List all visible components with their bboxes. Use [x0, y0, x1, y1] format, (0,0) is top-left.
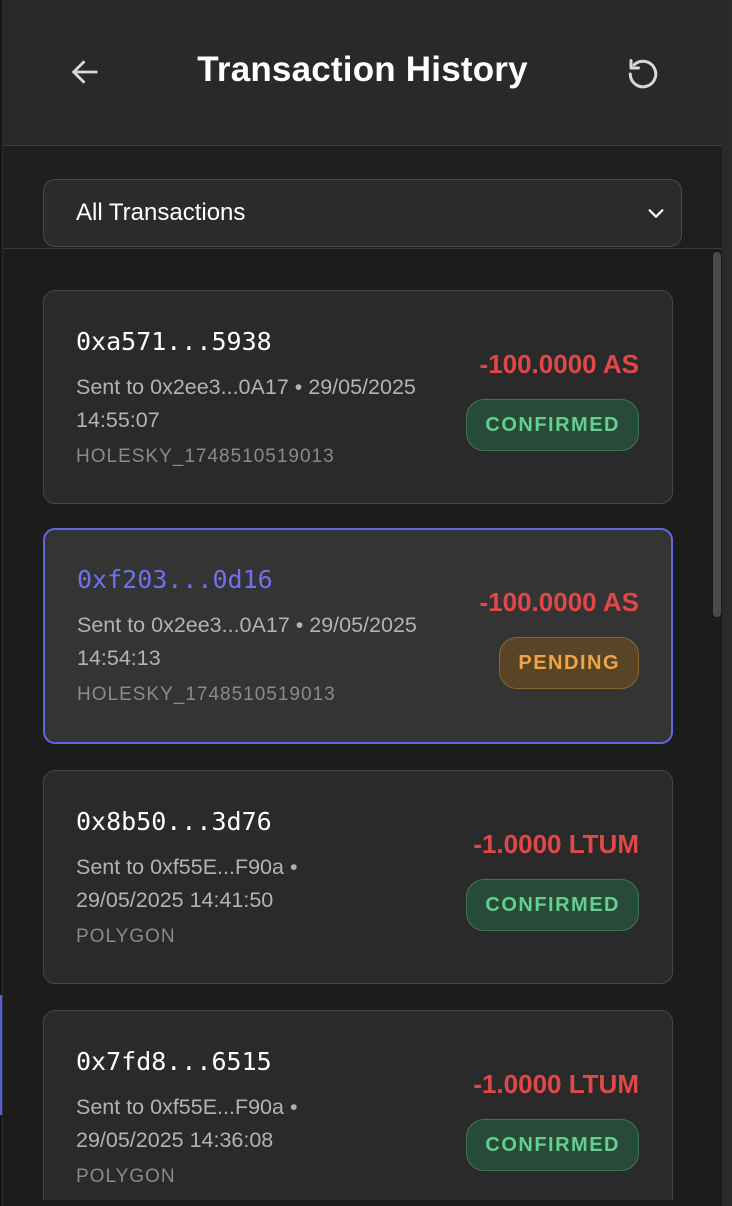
- transaction-amount: -1.0000 LTUM: [473, 1069, 639, 1099]
- status-badge: PENDING: [499, 637, 639, 689]
- transaction-network: HOLESKY_1748510519013: [76, 446, 335, 467]
- transaction-network: HOLESKY_1748510519013: [77, 684, 336, 705]
- chevron-down-icon: [648, 209, 664, 218]
- left-panel-accent: [0, 995, 2, 1115]
- filter-section: All Transactions: [3, 147, 722, 249]
- refresh-icon: [628, 59, 658, 89]
- transaction-card[interactable]: 0x7fd8...6515 Sent to 0xf55E...F90a • 29…: [43, 1010, 673, 1200]
- transaction-hash: 0xa571...5938: [76, 327, 272, 356]
- right-panel-edge: [722, 0, 732, 1206]
- transaction-hash: 0x7fd8...6515: [76, 1047, 272, 1076]
- refresh-button[interactable]: [621, 52, 665, 96]
- transaction-amount: -100.0000 AS: [479, 587, 639, 617]
- list-scrollbar[interactable]: [713, 252, 721, 617]
- transaction-hash: 0x8b50...3d76: [76, 807, 272, 836]
- transaction-amount: -1.0000 LTUM: [473, 829, 639, 859]
- transaction-filter-select[interactable]: All Transactions: [43, 179, 682, 247]
- transaction-description: Sent to 0xf55E...F90a • 29/05/2025 14:36…: [76, 1095, 298, 1152]
- transaction-network: POLYGON: [76, 1166, 176, 1187]
- status-badge: CONFIRMED: [466, 1119, 639, 1171]
- transaction-description: Sent to 0xf55E...F90a • 29/05/2025 14:41…: [76, 855, 298, 912]
- transaction-card-selected[interactable]: 0xf203...0d16 Sent to 0x2ee3...0A17 • 29…: [43, 528, 673, 744]
- filter-selected-value: All Transactions: [76, 199, 246, 226]
- transaction-description: Sent to 0x2ee3...0A17 • 29/05/2025 14:55…: [76, 375, 416, 432]
- transaction-description: Sent to 0x2ee3...0A17 • 29/05/2025 14:54…: [77, 613, 417, 670]
- transaction-network: POLYGON: [76, 926, 176, 947]
- page-title: Transaction History: [197, 50, 528, 89]
- transaction-history-window: Transaction History All Transactions 0xa…: [0, 0, 732, 1206]
- transaction-hash: 0xf203...0d16: [77, 565, 273, 594]
- status-badge: CONFIRMED: [466, 399, 639, 451]
- transaction-card[interactable]: 0xa571...5938 Sent to 0x2ee3...0A17 • 29…: [43, 290, 673, 504]
- transaction-card[interactable]: 0x8b50...3d76 Sent to 0xf55E...F90a • 29…: [43, 770, 673, 984]
- transaction-list[interactable]: 0xa571...5938 Sent to 0x2ee3...0A17 • 29…: [3, 250, 711, 1200]
- header-bar: Transaction History: [3, 0, 722, 146]
- status-badge: CONFIRMED: [466, 879, 639, 931]
- transaction-amount: -100.0000 AS: [479, 349, 639, 379]
